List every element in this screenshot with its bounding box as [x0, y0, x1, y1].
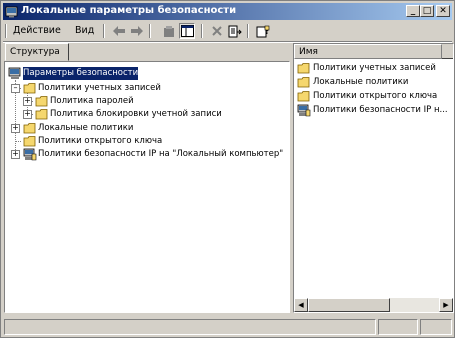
expand-toggle[interactable]: +: [23, 97, 32, 106]
scroll-thumb[interactable]: [308, 298, 390, 312]
menu-view[interactable]: Вид: [75, 25, 94, 36]
scroll-left-icon[interactable]: ◀: [294, 298, 308, 312]
folder-icon: [23, 136, 36, 147]
ip-security-icon: [23, 148, 37, 161]
status-bar-panel: [420, 319, 452, 335]
delete-icon[interactable]: [209, 23, 225, 39]
menu-action[interactable]: Действие: [13, 25, 61, 36]
minimize-button[interactable]: _: [406, 5, 420, 17]
export-list-icon[interactable]: [227, 23, 243, 39]
status-bar-panel: [378, 319, 418, 335]
main-window: Локальные параметры безопасности _ □ ✕ Д…: [0, 0, 455, 338]
tab-structure-label: Структура: [10, 47, 60, 57]
title-bar[interactable]: Локальные параметры безопасности _ □ ✕: [3, 3, 452, 20]
folder-icon: [297, 91, 310, 102]
forward-arrow-icon[interactable]: [129, 23, 145, 39]
show-tree-icon[interactable]: [179, 23, 195, 39]
horizontal-scrollbar[interactable]: ◀ ▶: [294, 298, 453, 312]
expand-toggle[interactable]: +: [11, 150, 20, 159]
column-header-name[interactable]: Имя: [294, 44, 442, 59]
tree-node-account-policies-label: Политики учетных записей: [38, 83, 161, 93]
computer-icon: [8, 67, 21, 79]
tab-structure[interactable]: Структура: [5, 43, 69, 61]
tree-pane[interactable]: Параметры безопасности – Политики учетны…: [4, 61, 290, 313]
folder-icon: [297, 77, 310, 88]
window-title: Локальные параметры безопасности: [21, 5, 237, 16]
back-arrow-icon[interactable]: [111, 23, 127, 39]
expand-toggle[interactable]: +: [11, 124, 20, 133]
tree-line: [15, 141, 21, 143]
up-folder-icon[interactable]: [161, 23, 177, 39]
tree-node-root-label: Параметры безопасности: [23, 67, 139, 80]
tree-node-local-policies-label: Локальные политики: [38, 123, 134, 133]
collapse-toggle[interactable]: –: [11, 84, 20, 93]
toolbar-separator: [103, 24, 105, 38]
list-item-label: Политики учетных записей: [313, 63, 436, 73]
close-button[interactable]: ✕: [436, 5, 450, 17]
maximize-button[interactable]: □: [420, 5, 434, 17]
scroll-right-icon[interactable]: ▶: [439, 298, 453, 312]
list-pane[interactable]: Имя Политики учетных записей Локальные п…: [293, 43, 454, 313]
folder-icon: [23, 123, 36, 134]
ip-security-icon: [297, 104, 311, 117]
tree-node-public-key-policies-label: Политики открытого ключа: [38, 136, 163, 146]
toolbar-separator: [247, 24, 249, 38]
list-item-label: Политики безопасности IP н...: [313, 105, 448, 115]
security-settings-icon: [5, 6, 18, 18]
help-icon[interactable]: ?: [255, 23, 271, 39]
list-item-label: Локальные политики: [313, 77, 409, 87]
grip: [5, 24, 7, 38]
toolbar-separator: [149, 24, 151, 38]
tree-node-ipsec-policies-label: Политики безопасности IP на "Локальный к…: [38, 149, 284, 159]
folder-icon: [35, 109, 48, 120]
tree-node-lockout-policy-label: Политика блокировки учетной записи: [50, 109, 222, 119]
list-item-label: Политики открытого ключа: [313, 91, 438, 101]
expand-toggle[interactable]: +: [23, 110, 32, 119]
column-header-name-label: Имя: [299, 47, 318, 57]
toolbar-separator: [201, 24, 203, 38]
status-bar-panel: [4, 319, 376, 335]
folder-icon: [35, 96, 48, 107]
list-header: Имя: [294, 44, 453, 59]
tree-node-password-policy-label: Политика паролей: [50, 96, 134, 106]
folder-icon: [297, 63, 310, 74]
menu-toolbar: Действие Вид ?: [3, 22, 452, 40]
folder-icon: [23, 83, 36, 94]
